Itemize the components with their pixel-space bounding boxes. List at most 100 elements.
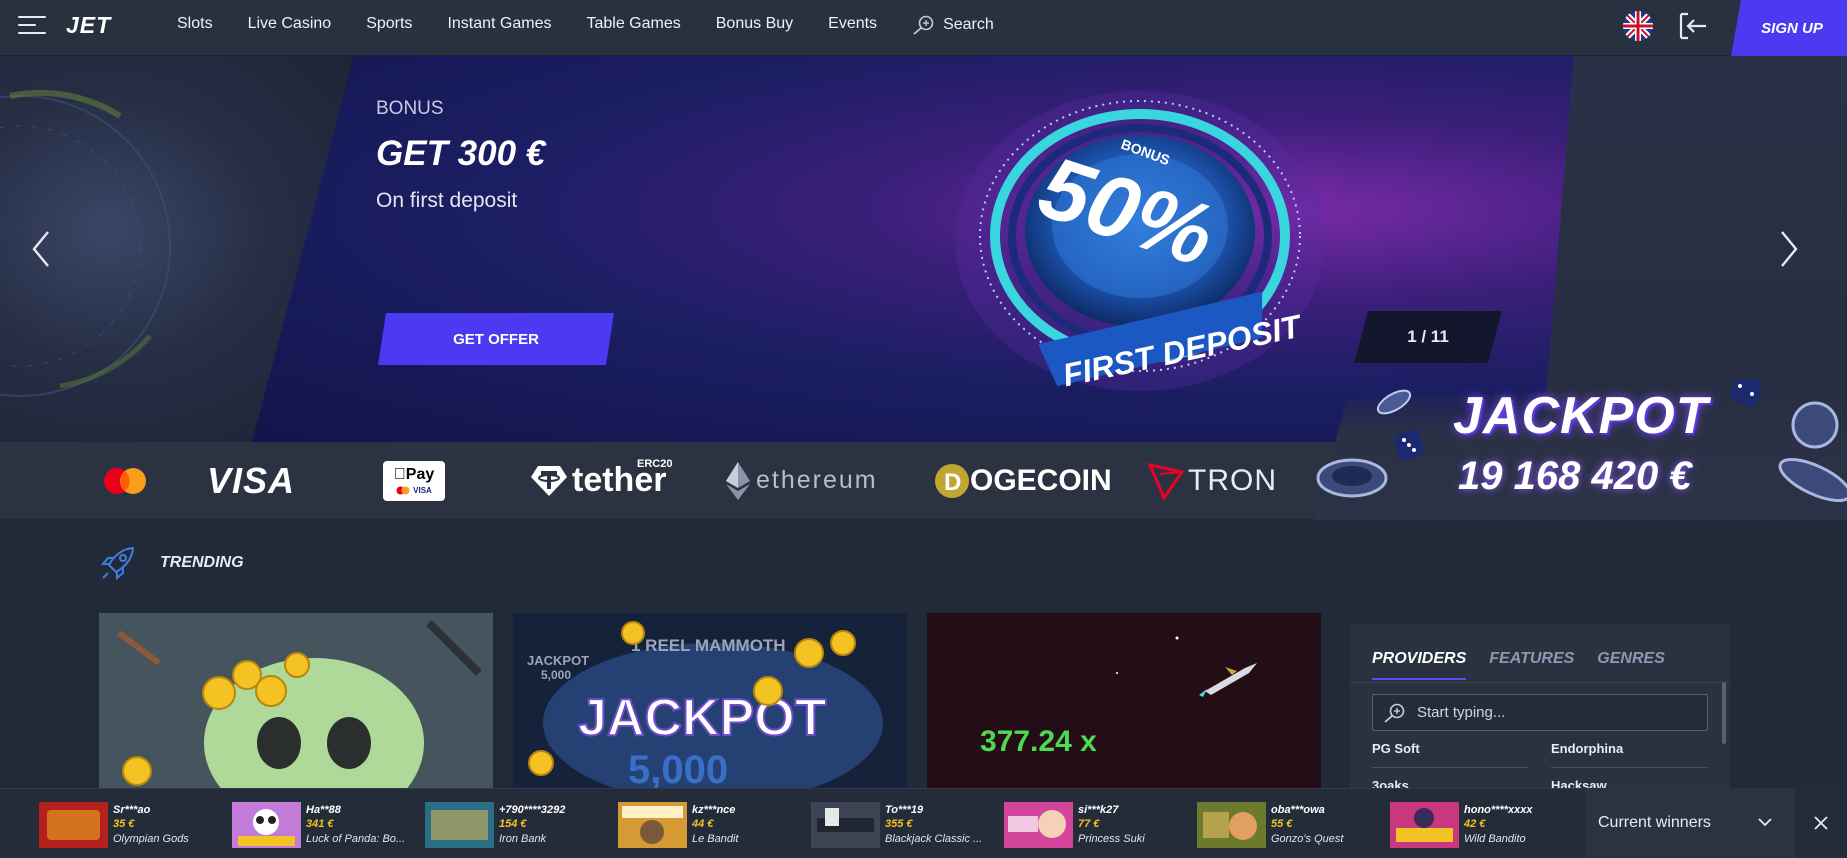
winner-item[interactable]: Ha**88 341 € Luck of Panda: Bo... (232, 802, 405, 848)
tile-art-title: 1 REEL MAMMOTH (631, 636, 786, 655)
close-winners-button[interactable] (1795, 788, 1847, 858)
winner-amount: 341 € (306, 818, 334, 830)
search-icon (1384, 703, 1405, 723)
winner-item[interactable]: oba***owa 55 € Gonzo's Quest (1197, 802, 1343, 848)
tron-logo: TRON (1148, 442, 1277, 519)
mastercard-logo (101, 442, 149, 519)
tile-art-jackpot-small: JACKPOT (527, 653, 589, 668)
provider-divider (1372, 767, 1528, 768)
winner-user: si***k27 (1078, 804, 1119, 816)
current-winners-toggle[interactable]: Current winners (1585, 788, 1795, 858)
nav-slots[interactable]: Slots (177, 15, 213, 35)
game-thumbnail (1004, 802, 1073, 848)
tron-label: TRON (1188, 463, 1277, 497)
winner-user: hono****xxxx (1464, 804, 1533, 816)
winner-game: Iron Bank (499, 833, 547, 845)
menu-icon[interactable] (18, 14, 48, 36)
winner-amount: 44 € (692, 818, 714, 830)
site-logo[interactable]: JET (66, 12, 111, 39)
uk-flag-icon[interactable] (1623, 11, 1653, 41)
game-thumbnail (618, 802, 687, 848)
tile-art-jackpot-big: JACKPOT (578, 689, 827, 747)
winner-item[interactable]: hono****xxxx 42 € Wild Bandito (1390, 802, 1532, 848)
game-tile-skull[interactable] (99, 613, 493, 788)
game-tile-1-reel-mammoth[interactable]: 1 REEL MAMMOTH JACKPOT 5,000 JACKPOT 5,0… (513, 613, 907, 788)
ethereum-icon (726, 461, 750, 500)
close-icon (1814, 816, 1828, 830)
game-thumbnail (232, 802, 301, 848)
game-thumbnail (39, 802, 108, 848)
tether-icon (531, 465, 567, 496)
game-thumbnail (1197, 802, 1266, 848)
tab-features[interactable]: FEATURES (1489, 650, 1574, 680)
login-icon[interactable] (1678, 12, 1708, 45)
winner-game: Wild Bandito (1464, 833, 1526, 845)
winner-user: Sr***ao (113, 804, 151, 816)
trending-label: TRENDING (160, 554, 244, 571)
tab-genres[interactable]: GENRES (1597, 650, 1665, 680)
game-thumbnail (811, 802, 880, 848)
winner-amount: 77 € (1078, 818, 1100, 830)
winner-game: Olympian Gods (113, 833, 189, 845)
nav-bonus-buy[interactable]: Bonus Buy (716, 15, 793, 35)
winner-item[interactable]: kz***nce 44 € Le Bandit (618, 802, 738, 848)
tether-logo: tether ERC20 (530, 442, 672, 519)
tron-icon (1148, 462, 1184, 500)
nav-instant-games[interactable]: Instant Games (447, 15, 551, 35)
applepay-visa-label: VISA (413, 485, 432, 495)
winner-item[interactable]: Sr***ao 35 € Olympian Gods (39, 802, 189, 848)
bonus-badge-art: BONUS 50% FIRST DEPOSIT (955, 91, 1325, 393)
search-label: Search (943, 16, 994, 33)
winners-ticker: Sr***ao 35 € Olympian Gods Ha**88 341 € Luck… (0, 788, 1847, 858)
game-tile-art: 1 REEL MAMMOTH JACKPOT 5,000 JACKPOT 5,0… (513, 613, 907, 788)
hero-tag: BONUS (376, 98, 444, 119)
signup-button[interactable]: SIGN UP (1731, 0, 1847, 56)
top-header: JET Slots Live Casino Sports Instant Gam… (0, 0, 1847, 56)
winner-item[interactable]: To***19 355 € Blackjack Classic ... (811, 802, 982, 848)
winner-amount: 154 € (499, 818, 527, 830)
tile-art-jackpot-big-value: 5,000 (628, 748, 728, 788)
winner-user: kz***nce (692, 804, 736, 816)
winner-item[interactable]: si***k27 77 € Princess Suki (1004, 802, 1145, 848)
hero-title: GET 300 € (376, 134, 546, 173)
slide-counter: 1 / 11 (1354, 311, 1502, 363)
current-winners-label: Current winners (1598, 814, 1711, 831)
winner-user: oba***owa (1271, 804, 1325, 816)
ethereum-logo: ethereum (726, 442, 878, 519)
winner-amount: 42 € (1464, 818, 1486, 830)
rocket-icon (100, 546, 135, 581)
winner-item[interactable]: +790****3292 154 € Iron Bank (425, 802, 565, 848)
panel-scrollbar[interactable] (1722, 682, 1726, 744)
game-tile-art (99, 613, 493, 788)
chevron-down-icon (1758, 818, 1772, 827)
nav-live-casino[interactable]: Live Casino (248, 15, 332, 35)
nav-sports[interactable]: Sports (366, 15, 412, 35)
tether-erc-label: ERC20 (637, 458, 673, 470)
game-tile-crash[interactable]: 377.24 x (927, 613, 1321, 788)
nav-events[interactable]: Events (828, 15, 877, 35)
winner-user: Ha**88 (306, 804, 341, 816)
winner-amount: 355 € (885, 818, 913, 830)
provider-item[interactable]: 3oaks (1372, 778, 1409, 788)
game-tile-art: 377.24 x (927, 613, 1321, 788)
provider-item[interactable]: Endorphina (1551, 741, 1623, 756)
nav-table-games[interactable]: Table Games (586, 15, 680, 35)
provider-item[interactable]: Hacksaw (1551, 778, 1607, 788)
tile-art-jackpot-small-value: 5,000 (541, 668, 571, 682)
winner-amount: 55 € (1271, 818, 1293, 830)
carousel-prev-icon[interactable] (26, 224, 56, 274)
winner-user: To***19 (885, 804, 924, 816)
tab-providers[interactable]: PROVIDERS (1372, 650, 1467, 680)
nav-search[interactable]: Search (912, 15, 994, 35)
winner-game: Luck of Panda: Bo... (306, 833, 406, 845)
winner-amount: 35 € (113, 818, 135, 830)
carousel-next-icon[interactable] (1774, 224, 1804, 274)
winner-game: Princess Suki (1078, 833, 1145, 845)
provider-search-input[interactable] (1417, 704, 1697, 721)
hero-subtitle: On first deposit (376, 189, 518, 212)
get-offer-button[interactable]: GET OFFER (378, 313, 614, 365)
game-thumbnail (425, 802, 494, 848)
filter-tabs: PROVIDERS FEATURES GENRES (1372, 650, 1688, 680)
provider-item[interactable]: PG Soft (1372, 741, 1420, 756)
provider-search-box[interactable] (1372, 694, 1708, 731)
